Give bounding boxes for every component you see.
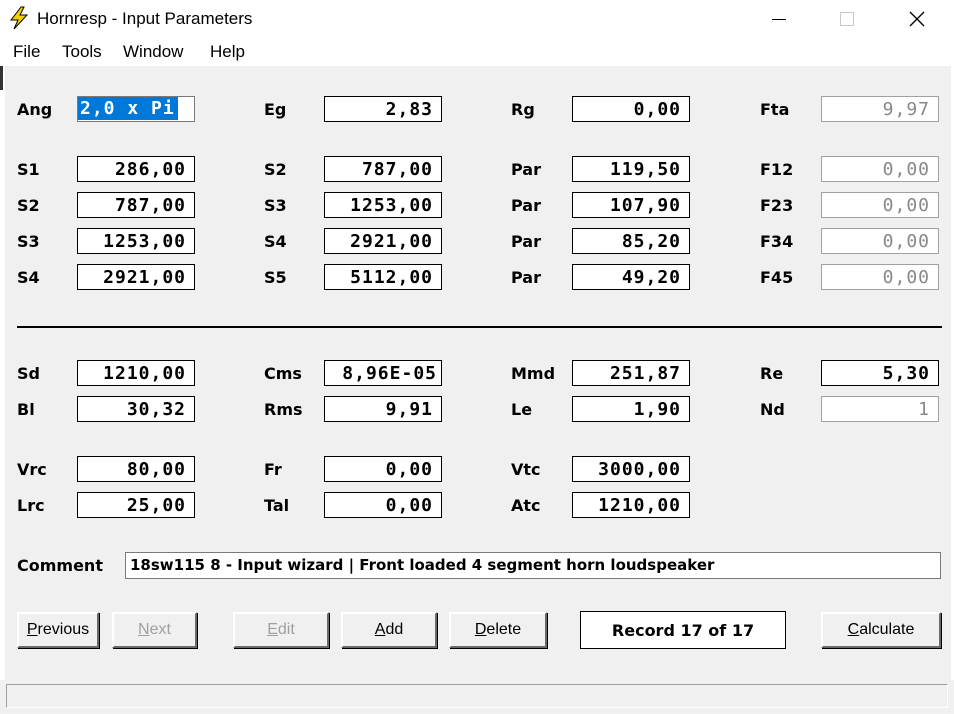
- s4-row-label: S4: [17, 268, 40, 287]
- s2-label: S2: [264, 160, 287, 179]
- f34-field: 0,00: [821, 228, 939, 254]
- tal-field[interactable]: 0,00: [324, 492, 442, 518]
- sd-label: Sd: [17, 364, 40, 383]
- tal-label: Tal: [264, 496, 290, 515]
- rg-label: Rg: [511, 100, 535, 119]
- next-button[interactable]: Next: [112, 612, 197, 648]
- add-button[interactable]: Add: [341, 612, 437, 648]
- s1-field[interactable]: 286,00: [77, 156, 195, 182]
- s4-field[interactable]: 2921,00: [324, 228, 442, 254]
- re-label: Re: [760, 364, 784, 383]
- menu-help[interactable]: Help: [210, 42, 245, 62]
- lightning-bolt-icon: [9, 6, 29, 30]
- lrc-label: Lrc: [17, 496, 45, 515]
- f23-field: 0,00: [821, 192, 939, 218]
- s3-field[interactable]: 1253,00: [324, 192, 442, 218]
- s5-label: S5: [264, 268, 287, 287]
- s4-row-field[interactable]: 2921,00: [77, 264, 195, 290]
- s3-label: S3: [264, 196, 287, 215]
- vtc-label: Vtc: [511, 460, 541, 479]
- s3-row-label: S3: [17, 232, 40, 251]
- le-field[interactable]: 1,90: [572, 396, 690, 422]
- window-title: Hornresp - Input Parameters: [37, 9, 253, 28]
- delete-button[interactable]: Delete: [449, 612, 547, 648]
- lrc-field[interactable]: 25,00: [77, 492, 195, 518]
- mmd-field[interactable]: 251,87: [572, 360, 690, 386]
- left-edge: [0, 66, 3, 90]
- minimize-button[interactable]: [756, 0, 802, 38]
- fta-label: Fta: [760, 100, 790, 119]
- rms-field[interactable]: 9,91: [324, 396, 442, 422]
- close-button[interactable]: [894, 0, 940, 38]
- section-divider: [17, 326, 942, 328]
- maximize-button[interactable]: [824, 0, 870, 38]
- rg-field[interactable]: 0,00: [572, 96, 690, 122]
- s2-field[interactable]: 787,00: [324, 156, 442, 182]
- minimize-icon: [772, 18, 786, 20]
- close-icon: [909, 11, 925, 27]
- f23-label: F23: [760, 196, 794, 215]
- f12-field: 0,00: [821, 156, 939, 182]
- eg-field[interactable]: 2,83: [324, 96, 442, 122]
- par4-field[interactable]: 49,20: [572, 264, 690, 290]
- vtc-field[interactable]: 3000,00: [572, 456, 690, 482]
- maximize-icon: [840, 12, 854, 26]
- record-indicator: Record 17 of 17: [580, 611, 786, 649]
- input-parameters-panel: Ang 2,0 x Pi Eg 2,83 Rg 0,00 Fta 9,97 S1…: [5, 66, 951, 680]
- previous-button[interactable]: Previous: [17, 612, 99, 648]
- vrc-label: Vrc: [17, 460, 47, 479]
- par3-label: Par: [511, 232, 541, 251]
- par3-field[interactable]: 85,20: [572, 228, 690, 254]
- bl-label: Bl: [17, 400, 35, 419]
- ang-label: Ang: [17, 100, 53, 119]
- re-field[interactable]: 5,30: [821, 360, 939, 386]
- f45-field: 0,00: [821, 264, 939, 290]
- s1-label: S1: [17, 160, 40, 179]
- cms-label: Cms: [264, 364, 302, 383]
- status-bar: [0, 680, 954, 714]
- s3-row-field[interactable]: 1253,00: [77, 228, 195, 254]
- menu-window[interactable]: Window: [123, 42, 183, 62]
- le-label: Le: [511, 400, 533, 419]
- ang-value: 2,0 x Pi: [78, 97, 178, 120]
- menu-bar: File Tools Window Help: [0, 38, 954, 66]
- bl-field[interactable]: 30,32: [77, 396, 195, 422]
- vrc-field[interactable]: 80,00: [77, 456, 195, 482]
- eg-label: Eg: [264, 100, 287, 119]
- s5-field[interactable]: 5112,00: [324, 264, 442, 290]
- fta-field: 9,97: [821, 96, 939, 122]
- ang-field[interactable]: 2,0 x Pi: [77, 96, 195, 122]
- par1-field[interactable]: 119,50: [572, 156, 690, 182]
- atc-label: Atc: [511, 496, 541, 515]
- s2-row-label: S2: [17, 196, 40, 215]
- fr-field[interactable]: 0,00: [324, 456, 442, 482]
- edit-button[interactable]: Edit: [233, 612, 329, 648]
- menu-file[interactable]: File: [13, 42, 40, 62]
- par4-label: Par: [511, 268, 541, 287]
- s2-row-field[interactable]: 787,00: [77, 192, 195, 218]
- fr-label: Fr: [264, 460, 282, 479]
- f12-label: F12: [760, 160, 794, 179]
- par2-field[interactable]: 107,90: [572, 192, 690, 218]
- atc-field[interactable]: 1210,00: [572, 492, 690, 518]
- comment-label: Comment: [17, 556, 103, 575]
- calculate-button[interactable]: Calculate: [821, 612, 941, 648]
- s4-label: S4: [264, 232, 287, 251]
- f34-label: F34: [760, 232, 794, 251]
- par1-label: Par: [511, 160, 541, 179]
- nd-field: 1: [821, 396, 939, 422]
- f45-label: F45: [760, 268, 794, 287]
- status-panel: [6, 684, 948, 708]
- rms-label: Rms: [264, 400, 303, 419]
- cms-field[interactable]: 8,96E-05: [324, 360, 442, 386]
- sd-field[interactable]: 1210,00: [77, 360, 195, 386]
- mmd-label: Mmd: [511, 364, 556, 383]
- comment-field[interactable]: 18sw115 8 - Input wizard | Front loaded …: [125, 552, 941, 579]
- menu-tools[interactable]: Tools: [62, 42, 102, 62]
- par2-label: Par: [511, 196, 541, 215]
- nd-label: Nd: [760, 400, 785, 419]
- title-bar: Hornresp - Input Parameters: [0, 0, 954, 38]
